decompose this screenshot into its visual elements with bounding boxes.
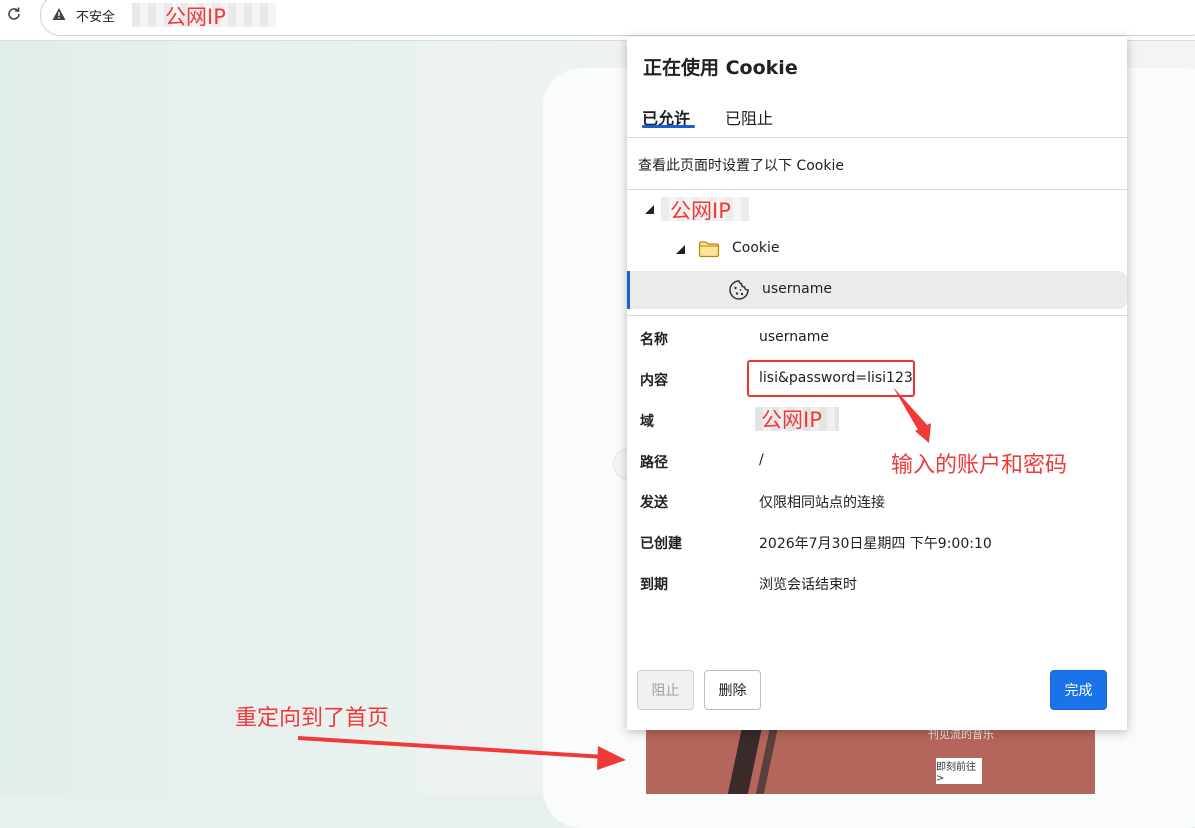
prop-label-expires: 到期 xyxy=(640,577,668,593)
dialog-description: 查看此页面时设置了以下 Cookie xyxy=(638,158,844,174)
banner-go-button[interactable]: 即刻前往 > xyxy=(936,758,982,784)
content-annotation-arrow xyxy=(893,387,931,443)
prop-value-send: 仅限相同站点的连接 xyxy=(759,495,885,511)
done-button[interactable]: 完成 xyxy=(1050,670,1107,710)
security-status-label[interactable]: 不安全 xyxy=(76,6,115,25)
dialog-title: 正在使用 Cookie xyxy=(643,57,798,79)
prop-value-expires: 浏览会话结束时 xyxy=(759,577,857,593)
tree-cookie-username[interactable]: username xyxy=(762,281,832,297)
warning-icon[interactable] xyxy=(52,7,66,21)
reload-icon[interactable] xyxy=(6,6,22,22)
expand-site-icon[interactable] xyxy=(645,205,654,214)
divider xyxy=(627,189,1127,190)
content-annotation: 输入的账户和密码 xyxy=(891,453,1068,478)
tab-blocked[interactable]: 已阻止 xyxy=(725,105,773,129)
redirect-annotation: 重定向到了首页 xyxy=(235,706,390,731)
cookie-icon xyxy=(729,280,749,300)
prop-label-path: 路径 xyxy=(640,455,668,471)
tree-site[interactable]: 公网IP xyxy=(670,195,731,225)
active-tab-indicator xyxy=(642,125,695,128)
prop-value-domain: 公网IP xyxy=(761,408,822,432)
block-button[interactable]: 阻止 xyxy=(637,670,694,710)
cookies-dialog: 正在使用 Cookie 已允许 已阻止 查看此页面时设置了以下 Cookie 公… xyxy=(627,37,1127,730)
divider xyxy=(627,315,1127,316)
prop-label-send: 发送 xyxy=(640,495,668,511)
prop-label-created: 已创建 xyxy=(640,536,682,552)
divider xyxy=(627,137,1127,138)
folder-icon xyxy=(698,241,720,258)
prop-value-name: username xyxy=(759,329,829,345)
banner-text: 刊见流的音乐 xyxy=(928,730,994,741)
prop-value-created: 2026年7月30日星期四 下午9:00:10 xyxy=(759,536,992,552)
prop-label-name: 名称 xyxy=(640,332,668,348)
background-banner[interactable]: 刊见流的音乐 即刻前往 > xyxy=(646,730,1095,794)
browser-toolbar: 不安全 公网IP xyxy=(0,0,1195,41)
prop-value-path: / xyxy=(759,452,764,468)
prop-label-domain: 域 xyxy=(640,414,654,430)
prop-label-content: 内容 xyxy=(640,373,668,389)
delete-button[interactable]: 删除 xyxy=(704,670,761,710)
host-text: 公网IP xyxy=(165,5,226,29)
selection-indicator xyxy=(627,271,630,309)
tree-folder-cookie[interactable]: Cookie xyxy=(732,240,780,256)
expand-folder-icon[interactable] xyxy=(676,245,685,254)
tree-cookie-row[interactable] xyxy=(627,271,1127,309)
